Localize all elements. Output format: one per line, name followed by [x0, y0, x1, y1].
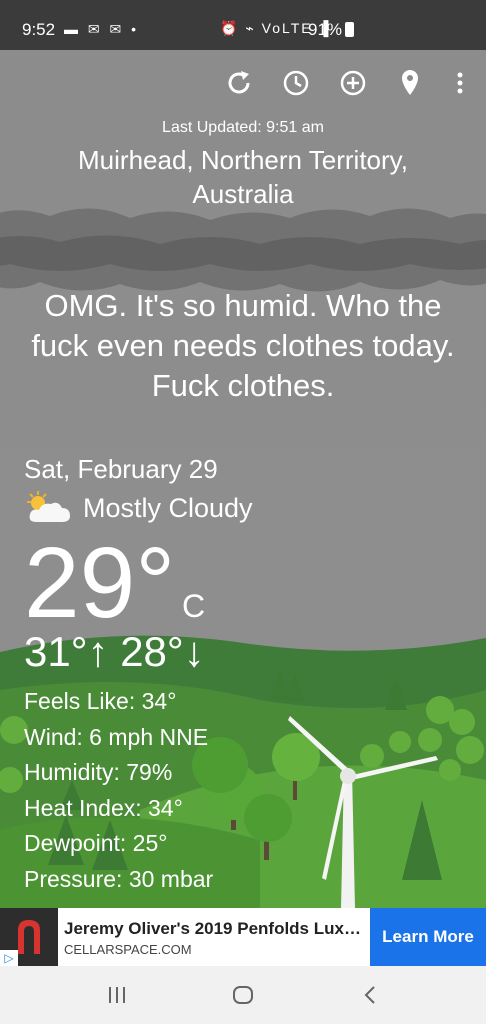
- history-button[interactable]: [279, 66, 313, 100]
- advertiser-logo-icon: [18, 920, 40, 954]
- current-temperature: 29°: [24, 527, 176, 639]
- status-bar: 9:52 ▬ ✉ ✉ • ⏰ ⌁ VoLTE ▐ 91%: [0, 0, 486, 50]
- high-temp: 31°: [24, 628, 88, 675]
- up-arrow-icon: ↑: [87, 628, 109, 675]
- weather-details: Feels Like: 34° Wind: 6 mph NNE Humidity…: [24, 684, 213, 897]
- home-button[interactable]: [223, 982, 263, 1008]
- battery-icon: [345, 22, 354, 37]
- current-date: Sat, February 29: [24, 454, 218, 484]
- humidity: Humidity: 79%: [24, 759, 173, 785]
- temperature-unit[interactable]: C: [182, 588, 205, 625]
- battery-percent: 91%: [308, 20, 343, 39]
- pressure: Pressure: 30 mbar: [24, 865, 214, 892]
- ad-banner[interactable]: ▷ Jeremy Oliver's 2019 Penfolds Luxury &…: [0, 908, 486, 966]
- feels-like: Feels Like: 34°: [24, 688, 177, 714]
- low-temp: 28°: [120, 628, 184, 675]
- location-title[interactable]: Muirhead, Northern Territory, Australia: [30, 143, 456, 211]
- refresh-button[interactable]: [222, 66, 256, 100]
- partly-cloudy-icon: [27, 491, 71, 522]
- recents-icon: [109, 987, 125, 1003]
- condition-text: Mostly Cloudy: [83, 493, 253, 523]
- more-options-button[interactable]: [443, 66, 477, 100]
- ad-domain[interactable]: CELLARSPACE.COM: [64, 942, 192, 957]
- navigation-bar: [0, 966, 486, 1024]
- status-time: 9:52: [22, 20, 56, 39]
- add-location-button[interactable]: [336, 66, 370, 100]
- adchoices-icon[interactable]: ▷: [0, 950, 18, 966]
- learn-more-button[interactable]: Learn More: [370, 908, 486, 966]
- down-arrow-icon: ↓: [183, 628, 205, 675]
- heat-index: Heat Index: 34°: [24, 794, 183, 821]
- history-icon: [283, 70, 309, 96]
- weather-quote: OMG. It's so humid. Who the fuck even ne…: [31, 288, 455, 403]
- refresh-icon: [228, 71, 250, 94]
- back-icon: [364, 986, 375, 1004]
- add-location-icon: [340, 70, 366, 96]
- recents-button[interactable]: [97, 982, 137, 1008]
- back-button[interactable]: [350, 982, 390, 1008]
- weather-view: Last Updated: 9:51 am Muirhead, Northern…: [0, 50, 486, 908]
- notification-icons: ▬ ✉ ✉ •: [64, 21, 140, 37]
- dewpoint: Dewpoint: 25°: [24, 830, 168, 856]
- home-icon: [233, 986, 253, 1004]
- ad-title[interactable]: Jeremy Oliver's 2019 Penfolds Luxury & I…: [64, 919, 364, 939]
- location-pin-icon: [402, 70, 418, 95]
- high-low: 31°↑ 28°↓: [24, 628, 205, 676]
- wind: Wind: 6 mph NNE: [24, 723, 209, 750]
- location-button[interactable]: [393, 66, 427, 100]
- more-vert-icon: [457, 72, 463, 94]
- last-updated: Last Updated: 9:51 am: [162, 119, 324, 136]
